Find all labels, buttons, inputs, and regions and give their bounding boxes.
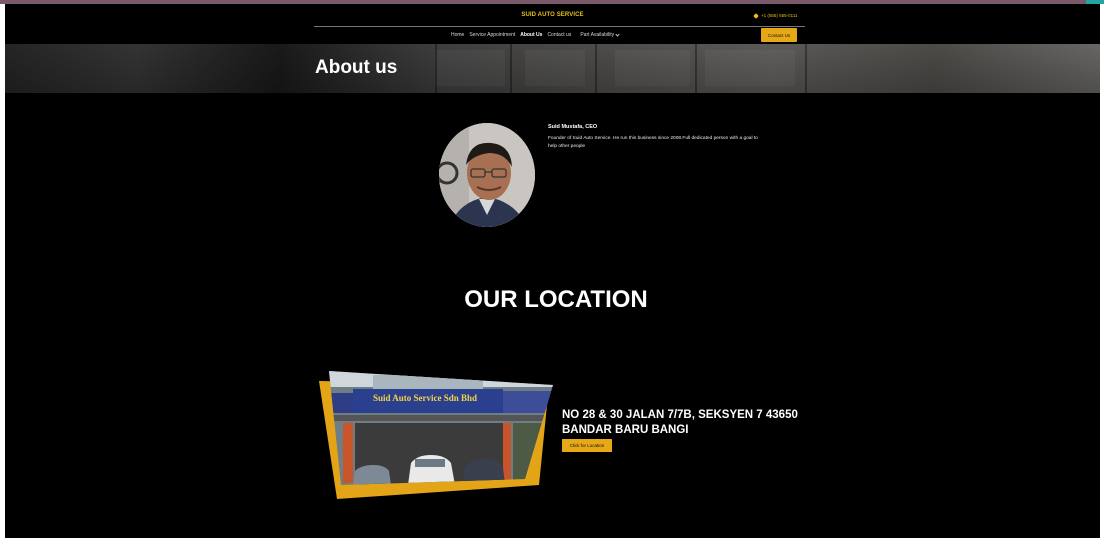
header-divider [314, 26, 805, 27]
page: SUID AUTO SERVICE +1 (555) 555-0111 Home… [5, 4, 1100, 538]
ceo-description: Founder of Suid Auto Service. He run thi… [548, 136, 758, 149]
phone-number: +1 (555) 555-0111 [761, 13, 798, 18]
ceo-avatar [439, 123, 535, 227]
hero-banner: About us [5, 44, 1100, 93]
address-line-1: NO 28 & 30 JALAN 7/7B, SEKSYEN 7 43650 [562, 409, 798, 421]
header-phone[interactable]: +1 (555) 555-0111 [753, 12, 798, 19]
location-heading: OUR LOCATION [464, 286, 648, 313]
shop-sign-text: Suid Auto Service Sdn Bhd [373, 393, 477, 403]
click-for-location-button[interactable]: Click for Location [562, 439, 612, 452]
chevron-down-icon [615, 31, 620, 37]
nav-contact-us[interactable]: Contact us [547, 32, 571, 38]
nav-home[interactable]: Home [451, 32, 464, 38]
shop-address: NO 28 & 30 JALAN 7/7B, SEKSYEN 7 43650 B… [562, 408, 798, 438]
nav-service-appointment[interactable]: Service Appointment [469, 32, 515, 38]
phone-icon [753, 12, 759, 19]
brand-logo-text[interactable]: SUID AUTO SERVICE [5, 12, 1100, 18]
ceo-name: Suid Mustafa, CEO [548, 124, 598, 130]
shop-photo: Suid Auto Service Sdn Bhd [313, 367, 553, 499]
address-line-2: BANDAR BARU BANGI [562, 424, 689, 436]
nav-part-availability-label: Part Availability [580, 32, 615, 38]
page-title: About us [315, 57, 398, 78]
nav-about-us[interactable]: About Us [520, 32, 542, 38]
main-nav: Home Service Appointment About Us Contac… [451, 31, 620, 38]
nav-part-availability-dropdown[interactable]: Part Availability [580, 31, 620, 38]
contact-us-button[interactable]: Contact Us [761, 28, 797, 42]
